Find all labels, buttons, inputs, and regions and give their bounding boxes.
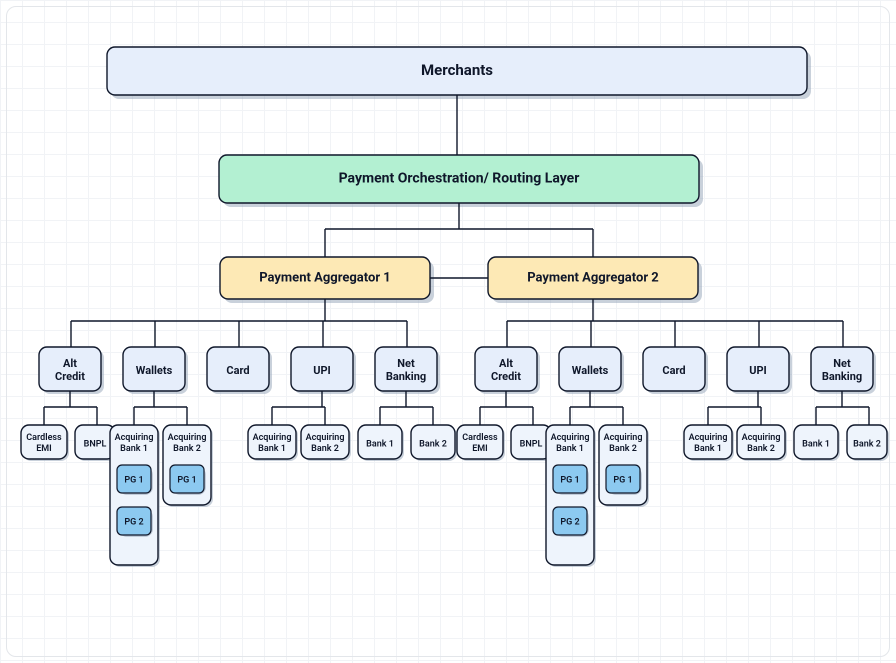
node-altcredit-2: AltCredit: [475, 347, 540, 394]
svg-text:PG 1: PG 1: [177, 475, 196, 485]
agg2-label: Payment Aggregator 2: [527, 270, 659, 285]
node-bank1-2: Bank 1: [794, 425, 840, 461]
node-acqbank1-upi-2: AcquiringBank 1: [684, 425, 734, 461]
node-bank2-2: Bank 2: [847, 425, 889, 461]
node-aggregator-1: Payment Aggregator 1: [220, 257, 434, 303]
svg-text:AcquiringBank 1: AcquiringBank 1: [115, 433, 154, 454]
svg-text:UPI: UPI: [749, 364, 767, 377]
node-merchants: Merchants: [107, 47, 811, 99]
node-cardless-emi-1: CardlessEMI: [21, 425, 69, 461]
node-wallets-2: Wallets: [559, 347, 624, 394]
merchants-label: Merchants: [421, 61, 493, 79]
node-acqbank1-upi-1: AcquiringBank 1: [248, 425, 298, 461]
node-altcredit-1: AltCredit: [39, 347, 104, 394]
node-orchestration: Payment Orchestration/ Routing Layer: [219, 155, 703, 207]
svg-text:PG 1: PG 1: [560, 475, 579, 485]
node-acqbank1-wallets-1: AcquiringBank 1 PG 1 PG 2: [110, 425, 160, 567]
svg-text:Card: Card: [226, 364, 249, 377]
svg-text:Card: Card: [662, 364, 685, 377]
svg-text:Bank 1: Bank 1: [366, 439, 394, 449]
node-cardless-emi-2: CardlessEMI: [457, 425, 505, 461]
node-netbanking-2: NetBanking: [811, 347, 876, 394]
svg-text:PG 1: PG 1: [613, 475, 632, 485]
svg-text:AcquiringBank 1: AcquiringBank 1: [689, 433, 728, 454]
svg-text:Wallets: Wallets: [136, 364, 173, 377]
node-wallets-1: Wallets: [123, 347, 188, 394]
node-card-2: Card: [643, 347, 708, 394]
node-upi-2: UPI: [727, 347, 792, 394]
node-acqbank2-wallets-2: AcquiringBank 2 PG 1: [599, 425, 649, 507]
node-aggregator-2: Payment Aggregator 2: [488, 257, 702, 303]
node-card-1: Card: [207, 347, 272, 394]
node-acqbank2-upi-2: AcquiringBank 2: [737, 425, 787, 461]
svg-text:AcquiringBank 2: AcquiringBank 2: [742, 433, 781, 454]
node-upi-1: UPI: [291, 347, 356, 394]
svg-text:Bank 2: Bank 2: [419, 439, 447, 449]
svg-text:AcquiringBank 2: AcquiringBank 2: [168, 433, 207, 454]
node-acqbank1-wallets-2: AcquiringBank 1 PG 1 PG 2: [546, 425, 596, 567]
node-netbanking-1: NetBanking: [375, 347, 440, 394]
svg-text:AcquiringBank 1: AcquiringBank 1: [551, 433, 590, 454]
svg-text:Bank 1: Bank 1: [802, 439, 830, 449]
node-acqbank2-wallets-1: AcquiringBank 2 PG 1: [163, 425, 213, 507]
node-acqbank2-upi-1: AcquiringBank 2: [301, 425, 351, 461]
svg-text:PG 2: PG 2: [124, 517, 143, 527]
svg-text:AcquiringBank 2: AcquiringBank 2: [306, 433, 345, 454]
svg-text:BNPL: BNPL: [520, 439, 543, 449]
node-bank1-1: Bank 1: [358, 425, 404, 461]
svg-text:UPI: UPI: [313, 364, 331, 377]
svg-text:BNPL: BNPL: [84, 439, 107, 449]
diagram-frame: Merchants Payment Orchestration/ Routing…: [6, 6, 890, 657]
svg-text:PG 2: PG 2: [560, 517, 579, 527]
svg-text:Wallets: Wallets: [572, 364, 609, 377]
svg-text:Bank 2: Bank 2: [853, 439, 881, 449]
orchestration-label: Payment Orchestration/ Routing Layer: [339, 171, 580, 187]
svg-text:PG 1: PG 1: [124, 475, 143, 485]
agg1-label: Payment Aggregator 1: [259, 270, 391, 285]
svg-text:AcquiringBank 1: AcquiringBank 1: [253, 433, 292, 454]
svg-text:AcquiringBank 2: AcquiringBank 2: [604, 433, 643, 454]
node-bank2-1: Bank 2: [411, 425, 457, 461]
